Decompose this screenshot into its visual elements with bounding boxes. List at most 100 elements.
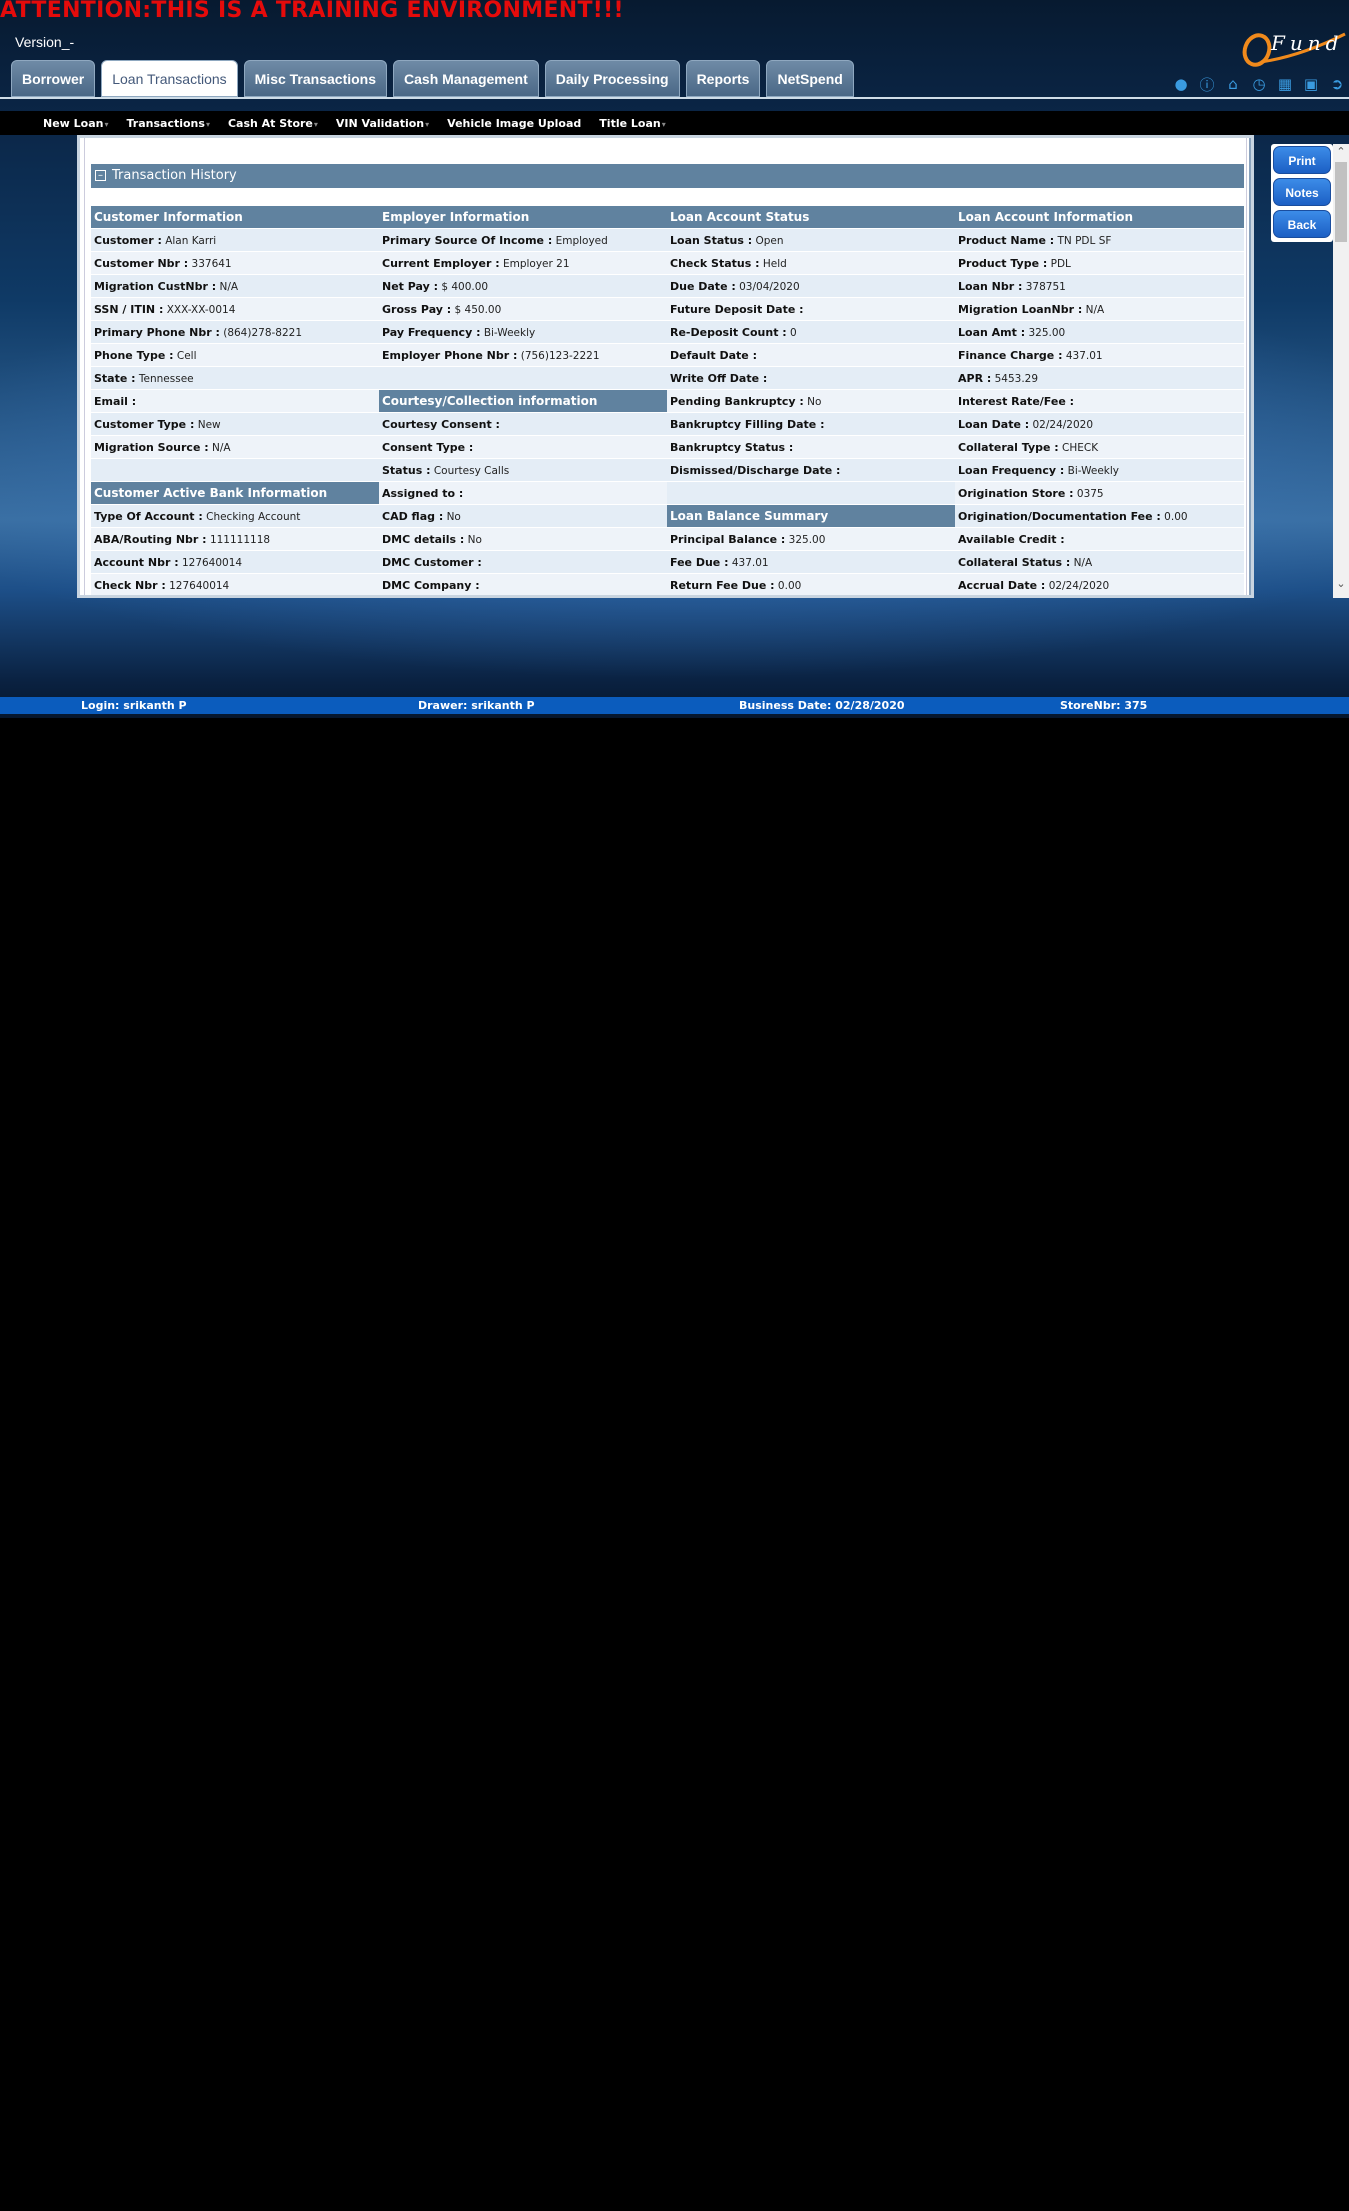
field-row: Return Fee Due : 0.00 (667, 574, 955, 595)
tab-netspend[interactable]: NetSpend (766, 60, 854, 97)
clock-icon[interactable]: ◷ (1246, 73, 1272, 95)
field-value: New (197, 419, 221, 431)
field-label: Email : (94, 395, 137, 408)
field-value: CHECK (1062, 442, 1099, 454)
calculator-icon[interactable]: ▦ (1272, 73, 1298, 95)
field-value: 437.01 (1065, 350, 1103, 362)
info-column: Loan Account Status Loan Status : Open Che… (667, 206, 955, 595)
field-label: Accrual Date : (958, 579, 1046, 592)
field-label: Write Off Date : (670, 372, 768, 385)
field-row: Due Date : 03/04/2020 (667, 275, 955, 298)
drawer-status: Drawer: srikanth P (418, 699, 535, 712)
tab-cash-management[interactable]: Cash Management (393, 60, 539, 97)
field-row: Accrual Date : 02/24/2020 (955, 574, 1244, 595)
menu-transactions[interactable]: Transactions▾ (127, 117, 210, 130)
field-row: Default Date : (667, 344, 955, 367)
field-row: Gross Pay : $ 450.00 (379, 298, 667, 321)
lock-icon[interactable]: ▣ (1298, 73, 1324, 95)
transaction-details-grid: Customer Information Customer : Alan Karr… (91, 206, 1244, 595)
menu-vehicle-image-upload[interactable]: Vehicle Image Upload (447, 117, 581, 130)
field-value: N/A (1085, 304, 1105, 316)
user-icon[interactable]: ● (1168, 73, 1194, 95)
transaction-history-header[interactable]: – Transaction History (91, 164, 1244, 188)
field-label: Loan Amt : (958, 326, 1026, 339)
field-label: Product Name : (958, 234, 1055, 247)
field-value: Courtesy Calls (433, 465, 510, 477)
field-row: Pay Frequency : Bi-Weekly (379, 321, 667, 344)
field-row: ABA/Routing Nbr : 111111118 (91, 528, 379, 551)
field-row: Origination Store : 0375 (955, 482, 1244, 505)
field-value: 5453.29 (994, 373, 1039, 385)
field-value: No (446, 511, 461, 523)
tab-misc-transactions[interactable]: Misc Transactions (243, 60, 388, 97)
field-value: Alan Karri (165, 235, 217, 247)
field-label: Loan Status : (670, 234, 753, 247)
print-button[interactable]: Print (1273, 146, 1331, 174)
tab-reports[interactable]: Reports (685, 60, 761, 97)
tab-borrower[interactable]: Borrower (11, 60, 96, 97)
tab-daily-processing[interactable]: Daily Processing (544, 60, 680, 97)
field-value: 0.00 (1164, 511, 1188, 523)
chevron-down-icon: ▾ (425, 119, 430, 129)
field-label: Re-Deposit Count : (670, 326, 787, 339)
field-row: Assigned to : (379, 482, 667, 505)
field-value: $ 400.00 (441, 281, 489, 293)
field-row: Courtesy Consent : (379, 413, 667, 436)
field-value: Open (755, 235, 784, 247)
field-label: Current Employer : (382, 257, 500, 270)
login-status: Login: srikanth P (81, 699, 187, 712)
field-label: CAD flag : (382, 510, 444, 523)
field-label: DMC details : (382, 533, 465, 546)
field-label: Account Nbr : (94, 556, 179, 569)
field-row: Principal Balance : 325.00 (667, 528, 955, 551)
notes-button[interactable]: Notes (1273, 178, 1331, 206)
scroll-down-icon[interactable]: ⌄ (1333, 576, 1349, 592)
field-label: Collateral Status : (958, 556, 1071, 569)
field-label: Loan Nbr : (958, 280, 1023, 293)
field-value: PDL (1050, 258, 1071, 270)
field-label: Pending Bankruptcy : (670, 395, 804, 408)
menu-title-loan[interactable]: Title Loan▾ (599, 117, 665, 130)
info-column: Loan Account Information Product Name : T… (955, 206, 1244, 595)
field-value: No (467, 534, 482, 546)
field-row: Primary Phone Nbr : (864)278-8221 (91, 321, 379, 344)
store-number-status: StoreNbr: 375 (1060, 699, 1148, 712)
field-label: Assigned to : (382, 487, 464, 500)
home-icon[interactable]: ⌂ (1220, 73, 1246, 95)
field-label: Gross Pay : (382, 303, 452, 316)
tab-loan-transactions[interactable]: Loan Transactions (101, 60, 238, 97)
field-row: APR : 5453.29 (955, 367, 1244, 390)
scroll-thumb[interactable] (1335, 162, 1347, 242)
collapse-icon[interactable]: – (95, 170, 106, 181)
field-label: Collateral Type : (958, 441, 1059, 454)
menu-new-loan[interactable]: New Loan▾ (43, 117, 109, 130)
menu-cash-at-store[interactable]: Cash At Store▾ (228, 117, 318, 130)
field-label: Finance Charge : (958, 349, 1063, 362)
field-row: Customer Type : New (91, 413, 379, 436)
field-row: Migration CustNbr : N/A (91, 275, 379, 298)
field-value: 0.00 (777, 580, 802, 592)
page-scrollbar[interactable]: ⌃ ⌄ (1333, 144, 1349, 598)
field-label: ABA/Routing Nbr : (94, 533, 207, 546)
field-label: Migration CustNbr : (94, 280, 217, 293)
field-row: Account Nbr : 127640014 (91, 551, 379, 574)
field-row: Loan Amt : 325.00 (955, 321, 1244, 344)
field-label: Dismissed/Discharge Date : (670, 464, 841, 477)
field-value: Employed (555, 235, 608, 247)
field-row: Future Deposit Date : (667, 298, 955, 321)
field-value: 337641 (191, 258, 232, 270)
qfund-logo: Fund (1242, 31, 1346, 67)
section-header: Customer Information (91, 206, 379, 229)
field-row: Status : Courtesy Calls (379, 459, 667, 482)
chevron-down-icon: ▾ (313, 119, 318, 129)
info-icon[interactable]: ⓘ (1194, 73, 1220, 95)
field-label: DMC Customer : (382, 556, 482, 569)
logout-icon[interactable]: ➲ (1324, 73, 1349, 95)
field-label: Customer Type : (94, 418, 195, 431)
menu-vin-validation[interactable]: VIN Validation▾ (336, 117, 429, 130)
field-row: Finance Charge : 437.01 (955, 344, 1244, 367)
scroll-up-icon[interactable]: ⌃ (1333, 144, 1349, 160)
field-row: Migration Source : N/A (91, 436, 379, 459)
field-label: Consent Type : (382, 441, 474, 454)
back-button[interactable]: Back (1273, 210, 1331, 238)
